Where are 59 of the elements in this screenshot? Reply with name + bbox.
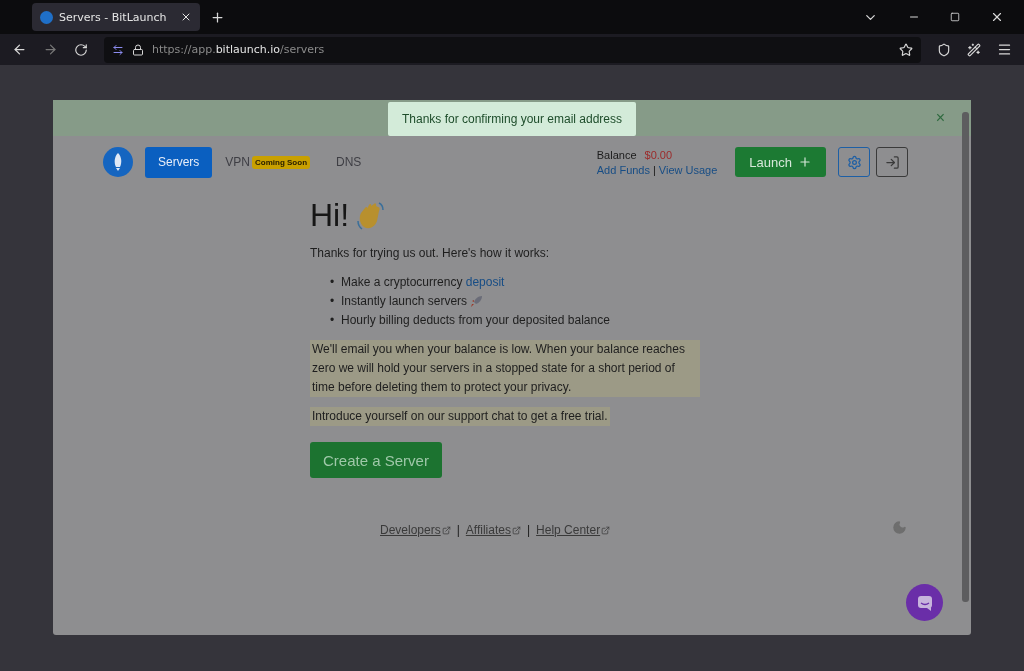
bullet-marker: • <box>330 293 336 310</box>
gear-icon <box>846 154 862 170</box>
logout-button[interactable] <box>876 147 908 177</box>
deposit-link[interactable]: deposit <box>465 275 505 289</box>
bullet-marker: • <box>330 312 336 329</box>
balance-link[interactable]: Add Funds <box>596 163 650 176</box>
close-button[interactable]: × <box>935 109 945 127</box>
launch-button[interactable]: Launch <box>735 147 826 177</box>
balance-label: Balance <box>596 148 637 161</box>
enter-arrow-icon <box>884 154 900 170</box>
browser-tab[interactable]: Servers - BitLaunch <box>32 3 200 31</box>
external-link-icon <box>511 525 521 535</box>
bullet-item: Instantly launch servers <box>341 293 468 310</box>
rocket-logo-icon[interactable] <box>103 147 133 177</box>
url-text: https://app.bitlaunch.io/servers <box>152 43 325 56</box>
footer-link[interactable]: Developers <box>380 523 451 537</box>
separator: | <box>456 523 460 537</box>
waving-hand-icon <box>355 200 386 231</box>
new-tab-icon[interactable] <box>210 9 225 25</box>
footer-link[interactable]: Affiliates <box>465 523 521 537</box>
lock-icon <box>132 43 144 56</box>
scrollbar[interactable] <box>962 112 969 602</box>
intro-text: Thanks for trying us out. Here's how it works: <box>310 245 551 262</box>
close-tab-icon[interactable] <box>180 11 192 23</box>
separator: | <box>526 523 531 537</box>
separator: | <box>653 163 656 176</box>
nav-tab[interactable]: VPN Coming Soon <box>212 146 324 178</box>
balance-amount: $0.00 <box>644 148 673 161</box>
bullet-item: Hourly billing deducts from your deposited balance <box>341 312 610 329</box>
nav-tab[interactable]: Servers <box>145 146 213 178</box>
wand-icon[interactable] <box>967 42 981 57</box>
shield-icon[interactable] <box>937 42 951 57</box>
chat-button[interactable] <box>906 584 943 621</box>
site-favicon-icon <box>40 10 53 24</box>
back-icon[interactable] <box>12 42 27 57</box>
address-bar[interactable]: https://app.bitlaunch.io/servers <box>104 36 921 63</box>
nav-tab[interactable]: DNS <box>323 146 375 178</box>
rocket-icon <box>470 295 484 308</box>
star-icon[interactable] <box>899 42 913 57</box>
plus-icon <box>798 155 812 169</box>
permissions-icon[interactable] <box>112 43 124 56</box>
bullet-item: Make a cryptocurrency deposit <box>341 274 505 291</box>
forward-icon[interactable] <box>43 42 58 57</box>
footer-link[interactable]: Help Center <box>536 523 611 537</box>
create-server-button[interactable]: Create a Server <box>310 442 442 478</box>
external-link-icon <box>601 525 611 535</box>
greeting-heading: Hi! <box>310 197 350 234</box>
coming-soon-badge: Coming Soon <box>252 155 311 169</box>
balance-link[interactable]: View Usage <box>658 163 718 176</box>
close-window-icon[interactable] <box>990 10 1004 24</box>
maximize-icon[interactable] <box>950 12 960 22</box>
external-link-icon <box>441 525 451 535</box>
menu-icon[interactable] <box>997 42 1012 57</box>
confirmation-toast: Thanks for confirming your email address <box>387 102 637 136</box>
reload-icon[interactable] <box>74 42 88 57</box>
highlighted-note: Introduce yourself on our support chat to get a free trial. <box>310 407 610 426</box>
bullet-marker: • <box>330 274 336 291</box>
chat-icon <box>916 594 933 611</box>
highlighted-note: We'll email you when your balance is low. When your balance reaches zero we will hold your servers in a stopped state for a short period of time before deleting them to protect your privacy. <box>310 340 700 397</box>
